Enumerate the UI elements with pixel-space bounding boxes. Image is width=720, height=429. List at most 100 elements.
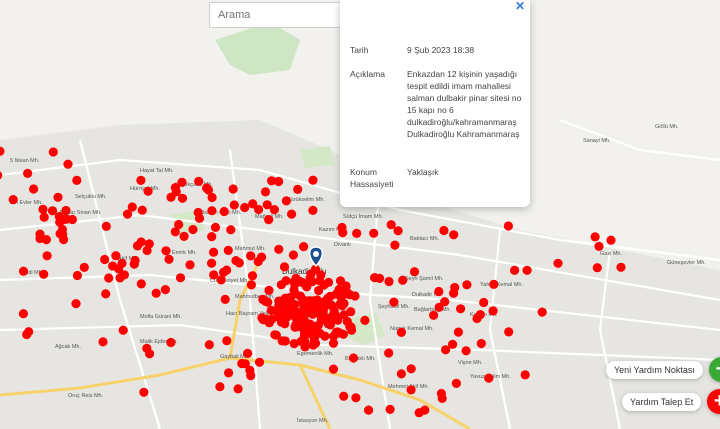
incident-marker[interactable] bbox=[300, 342, 310, 352]
incident-marker[interactable] bbox=[277, 336, 287, 346]
incident-marker[interactable] bbox=[151, 288, 161, 298]
incident-marker[interactable] bbox=[393, 226, 403, 236]
incident-marker[interactable] bbox=[370, 273, 380, 283]
incident-marker[interactable] bbox=[436, 388, 446, 399]
incident-marker[interactable] bbox=[243, 348, 253, 358]
incident-marker[interactable] bbox=[38, 204, 48, 214]
incident-marker[interactable] bbox=[142, 245, 152, 256]
incident-marker[interactable] bbox=[364, 405, 374, 415]
incident-marker[interactable] bbox=[331, 327, 341, 337]
incident-marker[interactable] bbox=[308, 205, 318, 215]
incident-marker[interactable] bbox=[111, 251, 121, 261]
incident-marker[interactable] bbox=[409, 267, 420, 277]
incident-marker[interactable] bbox=[396, 327, 406, 337]
incident-marker[interactable] bbox=[489, 279, 499, 289]
incident-marker[interactable] bbox=[450, 282, 460, 293]
incident-marker[interactable] bbox=[229, 200, 239, 210]
incident-marker[interactable] bbox=[53, 192, 63, 202]
incident-marker[interactable] bbox=[323, 319, 333, 329]
incident-marker[interactable] bbox=[339, 391, 349, 401]
help-request-action[interactable]: Yardım Talep Et + bbox=[622, 389, 720, 414]
incident-marker[interactable] bbox=[385, 404, 395, 414]
incident-marker[interactable] bbox=[101, 221, 111, 231]
incident-marker[interactable] bbox=[72, 270, 82, 281]
incident-marker[interactable] bbox=[193, 207, 203, 218]
incident-marker[interactable] bbox=[360, 315, 370, 325]
incident-marker[interactable] bbox=[305, 319, 315, 329]
incident-marker[interactable] bbox=[264, 285, 274, 295]
incident-marker[interactable] bbox=[98, 337, 108, 347]
incident-marker[interactable] bbox=[406, 364, 416, 374]
incident-marker[interactable] bbox=[439, 225, 449, 236]
incident-marker[interactable] bbox=[434, 302, 444, 312]
incident-marker[interactable] bbox=[258, 294, 268, 304]
incident-marker[interactable] bbox=[274, 176, 284, 187]
incident-marker[interactable] bbox=[503, 221, 513, 231]
incident-marker[interactable] bbox=[185, 260, 195, 270]
incident-marker[interactable] bbox=[108, 261, 118, 271]
incident-marker[interactable] bbox=[228, 184, 238, 194]
incident-marker[interactable] bbox=[48, 147, 58, 157]
incident-marker[interactable] bbox=[616, 262, 626, 272]
incident-marker[interactable] bbox=[594, 241, 604, 251]
incident-marker[interactable] bbox=[273, 312, 284, 322]
incident-marker[interactable] bbox=[223, 245, 233, 255]
incident-marker[interactable] bbox=[18, 266, 29, 276]
incident-marker[interactable] bbox=[472, 313, 482, 324]
incident-marker[interactable] bbox=[72, 175, 82, 185]
incident-marker[interactable] bbox=[136, 279, 146, 289]
incident-marker[interactable] bbox=[122, 209, 133, 219]
incident-marker[interactable] bbox=[319, 280, 329, 290]
incident-marker[interactable] bbox=[287, 209, 297, 219]
incident-marker[interactable] bbox=[145, 349, 155, 359]
incident-marker[interactable] bbox=[170, 227, 180, 237]
incident-marker[interactable] bbox=[522, 265, 532, 275]
incident-marker[interactable] bbox=[215, 382, 225, 392]
incident-marker[interactable] bbox=[118, 325, 128, 335]
incident-marker[interactable] bbox=[306, 329, 316, 339]
incident-marker[interactable] bbox=[210, 222, 221, 232]
incident-marker[interactable] bbox=[398, 275, 408, 285]
incident-marker[interactable] bbox=[453, 327, 463, 337]
incident-marker[interactable] bbox=[222, 336, 232, 346]
incident-marker[interactable] bbox=[226, 225, 236, 235]
incident-marker[interactable] bbox=[39, 212, 49, 222]
incident-marker[interactable] bbox=[63, 159, 73, 169]
help-request-label[interactable]: Yardım Talep Et bbox=[622, 392, 702, 411]
incident-marker[interactable] bbox=[224, 368, 234, 378]
incident-marker[interactable] bbox=[592, 263, 602, 273]
incident-marker[interactable] bbox=[207, 258, 217, 268]
incident-marker[interactable] bbox=[420, 405, 430, 415]
incident-marker[interactable] bbox=[451, 378, 461, 388]
incident-marker[interactable] bbox=[137, 205, 147, 215]
incident-marker[interactable] bbox=[179, 231, 189, 241]
incident-marker[interactable] bbox=[276, 280, 286, 290]
incident-marker[interactable] bbox=[352, 228, 362, 238]
incident-marker[interactable] bbox=[246, 251, 256, 261]
incident-marker[interactable] bbox=[42, 251, 52, 261]
close-icon[interactable]: ✕ bbox=[515, 0, 525, 13]
incident-marker[interactable] bbox=[396, 369, 406, 379]
incident-marker[interactable] bbox=[476, 338, 486, 349]
incident-marker[interactable] bbox=[429, 310, 439, 320]
incident-marker[interactable] bbox=[390, 240, 400, 250]
incident-marker[interactable] bbox=[369, 228, 379, 238]
incident-marker[interactable] bbox=[60, 214, 70, 224]
incident-marker[interactable] bbox=[288, 250, 298, 260]
incident-marker[interactable] bbox=[129, 259, 139, 269]
incident-marker[interactable] bbox=[177, 177, 187, 187]
incident-marker[interactable] bbox=[328, 364, 339, 374]
incident-marker[interactable] bbox=[441, 345, 451, 355]
incident-marker[interactable] bbox=[337, 222, 347, 233]
incident-marker[interactable] bbox=[254, 357, 265, 367]
incident-marker[interactable] bbox=[456, 304, 466, 314]
incident-marker[interactable] bbox=[274, 301, 284, 311]
incident-marker[interactable] bbox=[262, 316, 273, 326]
incident-marker[interactable] bbox=[449, 230, 459, 240]
incident-marker[interactable] bbox=[164, 254, 174, 264]
incident-marker[interactable] bbox=[283, 307, 293, 317]
incident-marker[interactable] bbox=[24, 327, 34, 337]
incident-marker[interactable] bbox=[104, 273, 114, 283]
incident-marker[interactable] bbox=[292, 307, 302, 317]
incident-marker[interactable] bbox=[342, 316, 352, 327]
